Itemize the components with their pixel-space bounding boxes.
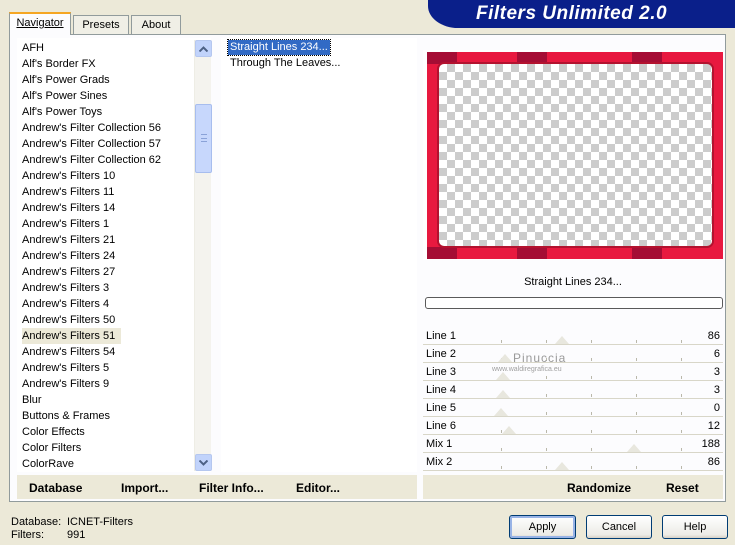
param-row[interactable]: Line 1 86 bbox=[423, 327, 723, 345]
filters-count: 991 bbox=[67, 529, 86, 541]
category-item[interactable]: Color Filters bbox=[22, 440, 81, 456]
category-item[interactable]: Andrew's Filters 4 bbox=[22, 296, 109, 312]
randomize-button[interactable]: Randomize bbox=[567, 481, 631, 495]
param-label: Mix 1 bbox=[426, 438, 453, 450]
param-label: Mix 2 bbox=[426, 456, 453, 468]
category-item[interactable]: Andrew's Filters 24 bbox=[22, 248, 115, 264]
param-row[interactable]: Line 6 12 bbox=[423, 417, 723, 435]
category-item[interactable]: Andrew's Filters 1 bbox=[22, 216, 109, 232]
category-item[interactable]: Alf's Border FX bbox=[22, 56, 96, 72]
category-item[interactable]: Andrew's Filter Collection 56 bbox=[22, 120, 161, 136]
transparent-checkerboard bbox=[439, 64, 712, 246]
chevron-down-icon bbox=[199, 459, 208, 466]
filter-info-button[interactable]: Filter Info... bbox=[199, 481, 264, 495]
category-item[interactable]: Andrew's Filters 14 bbox=[22, 200, 115, 216]
category-item[interactable]: Alf's Power Sines bbox=[22, 88, 107, 104]
category-item[interactable]: Andrew's Filters 27 bbox=[22, 264, 115, 280]
param-label: Line 6 bbox=[426, 420, 456, 432]
category-scrollbar[interactable] bbox=[194, 40, 212, 471]
scroll-up-button[interactable] bbox=[195, 40, 212, 57]
param-value: 12 bbox=[707, 420, 720, 432]
param-value: 3 bbox=[713, 366, 720, 378]
help-button[interactable]: Help bbox=[662, 515, 728, 539]
param-slider-thumb[interactable] bbox=[496, 390, 511, 398]
category-item[interactable]: Andrew's Filter Collection 62 bbox=[22, 152, 161, 168]
tab-presets[interactable]: Presets bbox=[73, 15, 129, 34]
category-item[interactable]: Andrew's Filters 54 bbox=[22, 344, 115, 360]
preview-image bbox=[427, 52, 723, 259]
filter-item[interactable]: Through The Leaves... bbox=[228, 56, 342, 71]
progress-bar bbox=[425, 297, 723, 309]
database-button[interactable]: Database bbox=[29, 481, 82, 495]
category-item[interactable]: Color Effects bbox=[22, 424, 85, 440]
reset-button[interactable]: Reset bbox=[666, 481, 699, 495]
param-label: Line 2 bbox=[426, 348, 456, 360]
filter-item[interactable]: Straight Lines 234... bbox=[227, 39, 331, 56]
parameter-panel: Line 1 86 Line 2 6 Line 3 3 Line 4 3 Line 5 0 Line… bbox=[423, 327, 723, 472]
param-slider-thumb[interactable] bbox=[494, 408, 508, 416]
category-list[interactable]: AFH Alf's Border FX Alf's Power Grads Alf's… bbox=[17, 38, 211, 472]
tab-navigator[interactable]: Navigator bbox=[9, 12, 71, 35]
category-item[interactable]: Alf's Power Toys bbox=[22, 104, 102, 120]
selected-filter-name: Straight Lines 234... bbox=[524, 276, 622, 288]
filter-toolbar: Database Import... Filter Info... Editor… bbox=[17, 475, 417, 499]
apply-button[interactable]: Apply bbox=[509, 515, 576, 539]
param-label: Line 5 bbox=[426, 402, 456, 414]
param-row[interactable]: Line 5 0 bbox=[423, 399, 723, 417]
param-label: Line 3 bbox=[426, 366, 456, 378]
category-item[interactable]: Blur bbox=[22, 392, 42, 408]
category-item[interactable]: Andrew's Filters 50 bbox=[22, 312, 115, 328]
watermark: Pinuccia bbox=[513, 351, 567, 365]
watermark-site: www.waldiregrafica.eu bbox=[492, 366, 562, 373]
param-row[interactable]: Mix 1 188 bbox=[423, 435, 723, 453]
import-button[interactable]: Import... bbox=[121, 481, 168, 495]
chevron-up-icon bbox=[199, 45, 208, 52]
param-slider-thumb[interactable] bbox=[496, 372, 511, 380]
category-item[interactable]: Andrew's Filters 21 bbox=[22, 232, 115, 248]
category-item[interactable]: Andrew's Filters 9 bbox=[22, 376, 109, 392]
filter-list[interactable]: Straight Lines 234... Through The Leaves.… bbox=[221, 38, 417, 472]
param-row[interactable]: Line 4 3 bbox=[423, 381, 723, 399]
param-row[interactable]: Line 2 6 bbox=[423, 345, 723, 363]
param-slider-thumb[interactable] bbox=[554, 336, 569, 344]
category-item[interactable]: Alf's Power Grads bbox=[22, 72, 110, 88]
param-slider-thumb[interactable] bbox=[498, 354, 513, 362]
tab-about[interactable]: About bbox=[131, 15, 181, 34]
category-item[interactable]: AFH bbox=[22, 40, 44, 56]
param-value: 0 bbox=[713, 402, 720, 414]
param-value: 86 bbox=[707, 330, 720, 342]
filters-label: Filters: bbox=[11, 529, 44, 541]
editor-button[interactable]: Editor... bbox=[296, 481, 340, 495]
category-item[interactable]: Andrew's Filters 10 bbox=[22, 168, 115, 184]
category-item[interactable]: ColorRave bbox=[22, 456, 74, 472]
param-value: 86 bbox=[707, 456, 720, 468]
scroll-down-button[interactable] bbox=[195, 454, 212, 471]
category-item[interactable]: Andrew's Filters 5 bbox=[22, 360, 109, 376]
category-item[interactable]: Buttons & Frames bbox=[22, 408, 110, 424]
category-item[interactable]: Andrew's Filter Collection 57 bbox=[22, 136, 161, 152]
database-label: Database: bbox=[11, 516, 62, 528]
category-item[interactable]: Andrew's Filters 51 bbox=[22, 328, 122, 344]
param-value: 188 bbox=[701, 438, 720, 450]
app-title: Filters Unlimited 2.0 bbox=[476, 3, 668, 24]
param-row[interactable]: Line 3 3 bbox=[423, 363, 723, 381]
param-slider-thumb[interactable] bbox=[554, 462, 569, 470]
param-value: 6 bbox=[713, 348, 720, 360]
param-label: Line 4 bbox=[426, 384, 456, 396]
category-item[interactable]: Andrew's Filters 11 bbox=[22, 184, 114, 200]
param-row[interactable]: Mix 2 86 bbox=[423, 453, 723, 471]
category-item[interactable]: Andrew's Filters 3 bbox=[22, 280, 109, 296]
param-value: 3 bbox=[713, 384, 720, 396]
param-slider-thumb[interactable] bbox=[502, 426, 517, 434]
database-value: ICNET-Filters bbox=[67, 516, 133, 528]
param-slider-thumb[interactable] bbox=[626, 444, 641, 452]
param-label: Line 1 bbox=[426, 330, 456, 342]
scroll-thumb[interactable] bbox=[195, 104, 212, 173]
cancel-button[interactable]: Cancel bbox=[586, 515, 652, 539]
param-toolbar: Randomize Reset bbox=[423, 475, 723, 499]
